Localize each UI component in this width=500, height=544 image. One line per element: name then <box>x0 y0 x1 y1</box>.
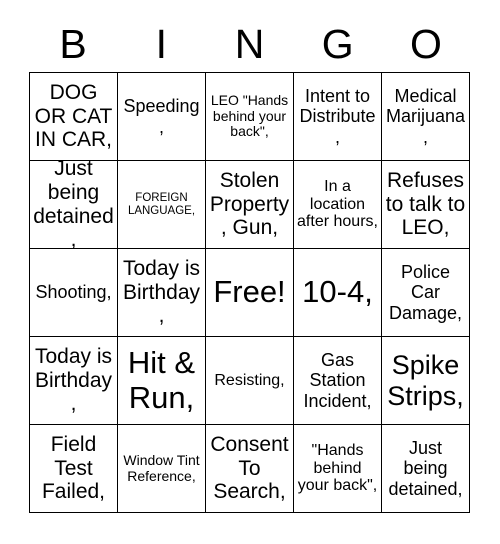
bingo-cell-text: Consent To Search, <box>210 433 289 504</box>
bingo-cell-text: Shooting, <box>35 282 112 303</box>
bingo-cell-r3-c3[interactable]: Free! <box>206 249 294 337</box>
bingo-cell-text: "Hands behind your back", <box>297 441 378 495</box>
bingo-cell-r4-c2[interactable]: Hit & Run, <box>118 337 206 425</box>
bingo-cell-text: DOG OR CAT IN CAR, <box>34 81 113 152</box>
bingo-cell-r5-c2[interactable]: Window Tint Reference, <box>118 425 206 513</box>
bingo-cell-text: Stolen Property, Gun, <box>209 169 290 240</box>
bingo-cell-text: Resisting, <box>214 371 285 389</box>
bingo-cell-text: Medical Marijuana, <box>385 86 466 147</box>
bingo-cell-text: In a location after hours, <box>297 177 378 231</box>
bingo-cell-r4-c5[interactable]: Spike Strips, <box>382 337 470 425</box>
bingo-cell-r5-c3[interactable]: Consent To Search, <box>206 425 294 513</box>
bingo-header-letter-i: I <box>155 20 167 67</box>
bingo-cell-r2-c5[interactable]: Refuses to talk to LEO, <box>382 161 470 249</box>
bingo-cell-r3-c1[interactable]: Shooting, <box>30 249 118 337</box>
bingo-cell-r3-c5[interactable]: Police Car Damage, <box>382 249 470 337</box>
bingo-cell-text: FOREIGN LANGUAGE, <box>127 191 196 217</box>
bingo-cell-text: Just being detained, <box>388 438 463 499</box>
bingo-cell-r4-c1[interactable]: Today is Birthday, <box>30 337 118 425</box>
bingo-cell-r3-c4[interactable]: 10-4, <box>294 249 382 337</box>
bingo-cell-r2-c4[interactable]: In a location after hours, <box>294 161 382 249</box>
bingo-cell-r4-c4[interactable]: Gas Station Incident, <box>294 337 382 425</box>
bingo-cell-text: Police Car Damage, <box>388 262 463 323</box>
bingo-cell-r5-c5[interactable]: Just being detained, <box>382 425 470 513</box>
bingo-header-letter-g: G <box>321 20 354 67</box>
bingo-cell-r2-c1[interactable]: Just being detained, <box>30 161 118 249</box>
bingo-cell-text: Field Test Failed, <box>41 433 106 504</box>
bingo-header-row: B I N G O <box>29 18 470 70</box>
bingo-cell-r1-c2[interactable]: Speeding, <box>118 73 206 161</box>
bingo-cell-r1-c1[interactable]: DOG OR CAT IN CAR, <box>30 73 118 161</box>
bingo-cell-r3-c2[interactable]: Today is Birthday, <box>118 249 206 337</box>
bingo-cell-text: Today is Birthday, <box>122 257 201 328</box>
bingo-cell-r1-c4[interactable]: Intent to Distribute, <box>294 73 382 161</box>
bingo-cell-text: Intent to Distribute, <box>299 86 376 147</box>
bingo-cell-r5-c1[interactable]: Field Test Failed, <box>30 425 118 513</box>
bingo-cell-text: Gas Station Incident, <box>303 350 372 411</box>
bingo-cell-text: LEO "Hands behind your back", <box>210 91 289 140</box>
bingo-cell-r4-c3[interactable]: Resisting, <box>206 337 294 425</box>
bingo-cell-r1-c5[interactable]: Medical Marijuana, <box>382 73 470 161</box>
bingo-header-letter-n: N <box>234 20 265 67</box>
bingo-cell-text: Today is Birthday, <box>34 345 113 416</box>
bingo-cell-text: Refuses to talk to LEO, <box>385 169 466 240</box>
bingo-grid: DOG OR CAT IN CAR, Speeding, LEO "Hands be… <box>29 72 470 513</box>
bingo-cell-text: Hit & Run, <box>127 344 196 415</box>
bingo-cell-r5-c4[interactable]: "Hands behind your back", <box>294 425 382 513</box>
bingo-cell-r2-c3[interactable]: Stolen Property, Gun, <box>206 161 294 249</box>
bingo-cell-text: Just being detained, <box>33 161 114 249</box>
bingo-card: B I N G O DOG OR CAT IN CAR, Speeding, LEO… <box>0 0 500 544</box>
bingo-cell-text: Speeding, <box>123 96 200 137</box>
bingo-cell-text: 10-4, <box>302 274 373 310</box>
bingo-cell-text: Window Tint Reference, <box>123 451 200 484</box>
bingo-cell-r2-c2[interactable]: FOREIGN LANGUAGE, <box>118 161 206 249</box>
bingo-header-letter-o: O <box>409 20 442 67</box>
bingo-cell-text: Spike Strips, <box>387 350 464 411</box>
bingo-cell-r1-c3[interactable]: LEO "Hands behind your back", <box>206 73 294 161</box>
bingo-cell-text: Free! <box>213 274 286 310</box>
bingo-header-letter-b: B <box>59 20 87 67</box>
